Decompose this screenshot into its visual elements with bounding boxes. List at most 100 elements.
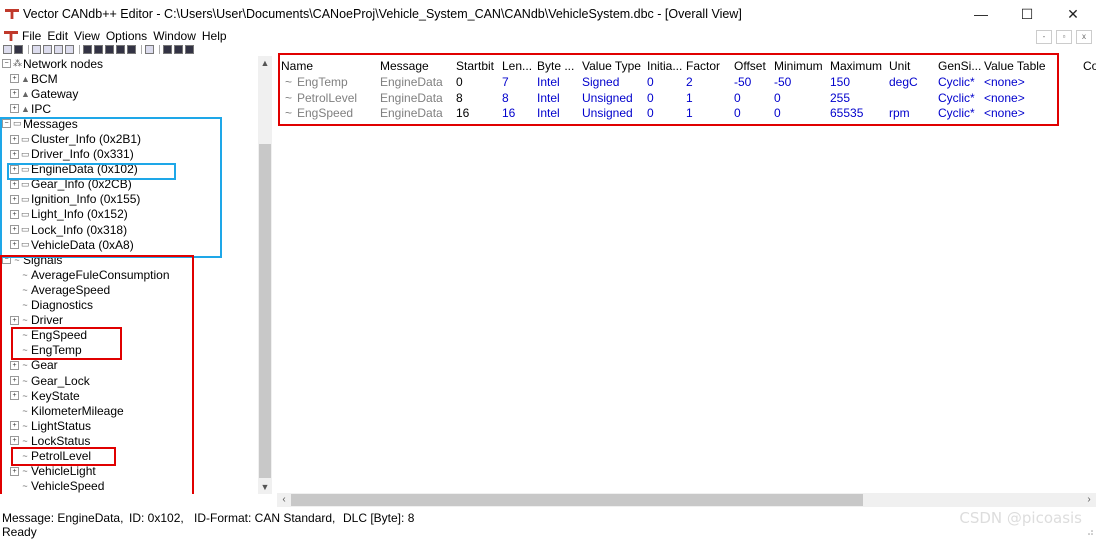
tree-message-enginedata[interactable]: + ▭ EngineData (0x102) [0,162,258,177]
expand-icon[interactable]: + [10,360,19,370]
tree-message-item[interactable]: + ▭ Ignition_Info (0x155) [0,192,258,207]
column-header-value-type[interactable]: Value Type [582,59,641,73]
resize-grip-icon[interactable] [1086,528,1094,536]
tree-messages[interactable]: − ▭ Messages [0,116,258,131]
column-header-value-table[interactable]: Value Table [984,59,1046,73]
column-header-minimum[interactable]: Minimum [774,59,823,73]
column-header-initial[interactable]: Initia... [647,59,682,73]
mdi-restore-icon[interactable]: ▫ [1056,30,1072,44]
tree-network-nodes[interactable]: − ⁂ Network nodes [0,56,258,71]
menu-options[interactable]: Options [103,29,150,43]
save-icon[interactable] [14,45,23,54]
tree-message-item[interactable]: + ▭ Lock_Info (0x318) [0,222,258,237]
menu-help[interactable]: Help [199,29,230,43]
tree-signal-item[interactable]: + ~ VehicleLight [0,464,258,479]
scroll-left-icon[interactable]: ‹ [277,493,291,507]
tree-message-item[interactable]: + ▭ Driver_Info (0x331) [0,147,258,162]
layout-icon[interactable] [163,45,172,54]
menu-view[interactable]: View [71,29,103,43]
layout-icon[interactable] [174,45,183,54]
mdi-close-icon[interactable]: x [1076,30,1092,44]
scrollbar-thumb[interactable] [291,494,863,506]
column-header-message[interactable]: Message [380,59,429,73]
column-header-comment[interactable]: Co [1083,59,1096,73]
tree-signal-item[interactable]: ~ VehicleSpeed [0,479,258,494]
column-header-length[interactable]: Len... [502,59,532,73]
scroll-down-icon[interactable]: ▼ [258,480,272,494]
collapse-icon[interactable]: − [2,119,11,129]
menu-window[interactable]: Window [150,29,199,43]
column-header-byte-order[interactable]: Byte ... [537,59,574,73]
tree-signal-item[interactable]: + ~ Driver [0,313,258,328]
expand-icon[interactable]: + [10,391,19,401]
expand-icon[interactable]: + [10,134,19,144]
tree-node-ipc[interactable]: + ▲ IPC [0,101,258,116]
paste-icon[interactable] [54,45,63,54]
grid-horizontal-scrollbar[interactable]: ‹ › [277,493,1096,507]
tree-signal-item[interactable]: + ~ LightStatus [0,418,258,433]
expand-icon[interactable]: + [10,194,19,204]
tree-signal-item[interactable]: + ~ LockStatus [0,433,258,448]
scroll-right-icon[interactable]: › [1082,493,1096,507]
column-header-unit[interactable]: Unit [889,59,910,73]
filter-icon[interactable] [145,45,154,54]
menu-file[interactable]: File [19,29,44,43]
view-icon[interactable] [83,45,92,54]
table-row[interactable]: ~ PetrolLevel EngineData 8 8 Intel Unsig… [277,90,1096,106]
tree-message-item[interactable]: + ▭ VehicleData (0xA8) [0,237,258,252]
table-row[interactable]: ~ EngTemp EngineData 0 7 Intel Signed 0 … [277,74,1096,90]
tree-signal-item[interactable]: + ~ Gear [0,358,258,373]
expand-icon[interactable]: + [10,89,19,99]
expand-icon[interactable]: + [10,164,19,174]
column-header-maximum[interactable]: Maximum [830,59,882,73]
tree-message-item[interactable]: + ▭ Light_Info (0x152) [0,207,258,222]
column-header-gensig[interactable]: GenSi... [938,59,981,73]
expand-icon[interactable]: + [10,179,19,189]
scroll-up-icon[interactable]: ▲ [258,56,272,70]
delete-icon[interactable] [65,45,74,54]
tree-signal-item[interactable]: ~ Diagnostics [0,298,258,313]
column-header-offset[interactable]: Offset [734,59,766,73]
cut-icon[interactable] [32,45,41,54]
tree-node-bcm[interactable]: + ▲ BCM [0,71,258,86]
view-icon[interactable] [105,45,114,54]
scrollbar-thumb[interactable] [259,144,271,478]
expand-icon[interactable]: + [10,74,19,84]
tree-signals[interactable]: − ~ Signals [0,252,258,267]
menu-edit[interactable]: Edit [44,29,71,43]
collapse-icon[interactable]: − [2,59,11,69]
maximize-button[interactable]: ☐ [1004,0,1050,28]
view-icon[interactable] [127,45,136,54]
expand-icon[interactable]: + [10,225,19,235]
close-button[interactable]: ✕ [1050,0,1096,28]
tree-signal-item[interactable]: + ~ Gear_Lock [0,373,258,388]
tree-signal-item[interactable]: ~ AverageFuleConsumption [0,267,258,282]
document-icon[interactable] [3,30,19,42]
tree-vertical-scrollbar[interactable]: ▲ ▼ [258,56,272,494]
tree-message-item[interactable]: + ▭ Gear_Info (0x2CB) [0,177,258,192]
tree-signal-engspeed[interactable]: ~ EngSpeed [0,328,258,343]
new-icon[interactable] [3,45,12,54]
tree-signal-item[interactable]: ~ AverageSpeed [0,282,258,297]
view-icon[interactable] [94,45,103,54]
minimize-button[interactable]: — [958,0,1004,28]
expand-icon[interactable]: + [10,421,19,431]
mdi-minimize-icon[interactable]: - [1036,30,1052,44]
tree-signal-item[interactable]: ~ KilometerMileage [0,403,258,418]
expand-icon[interactable]: + [10,466,19,476]
expand-icon[interactable]: + [10,104,19,114]
tree-message-item[interactable]: + ▭ Cluster_Info (0x2B1) [0,131,258,146]
tree-signal-engtemp[interactable]: ~ EngTemp [0,343,258,358]
tree-signal-item[interactable]: + ~ KeyState [0,388,258,403]
expand-icon[interactable]: + [10,209,19,219]
table-row[interactable]: ~ EngSpeed EngineData 16 16 Intel Unsign… [277,105,1096,121]
copy-icon[interactable] [43,45,52,54]
collapse-icon[interactable]: − [2,255,11,265]
column-header-factor[interactable]: Factor [686,59,720,73]
tree-node-gateway[interactable]: + ▲ Gateway [0,86,258,101]
column-header-name[interactable]: Name [281,59,313,73]
layout-icon[interactable] [185,45,194,54]
expand-icon[interactable]: + [10,240,19,250]
expand-icon[interactable]: + [10,436,19,446]
expand-icon[interactable]: + [10,376,19,386]
